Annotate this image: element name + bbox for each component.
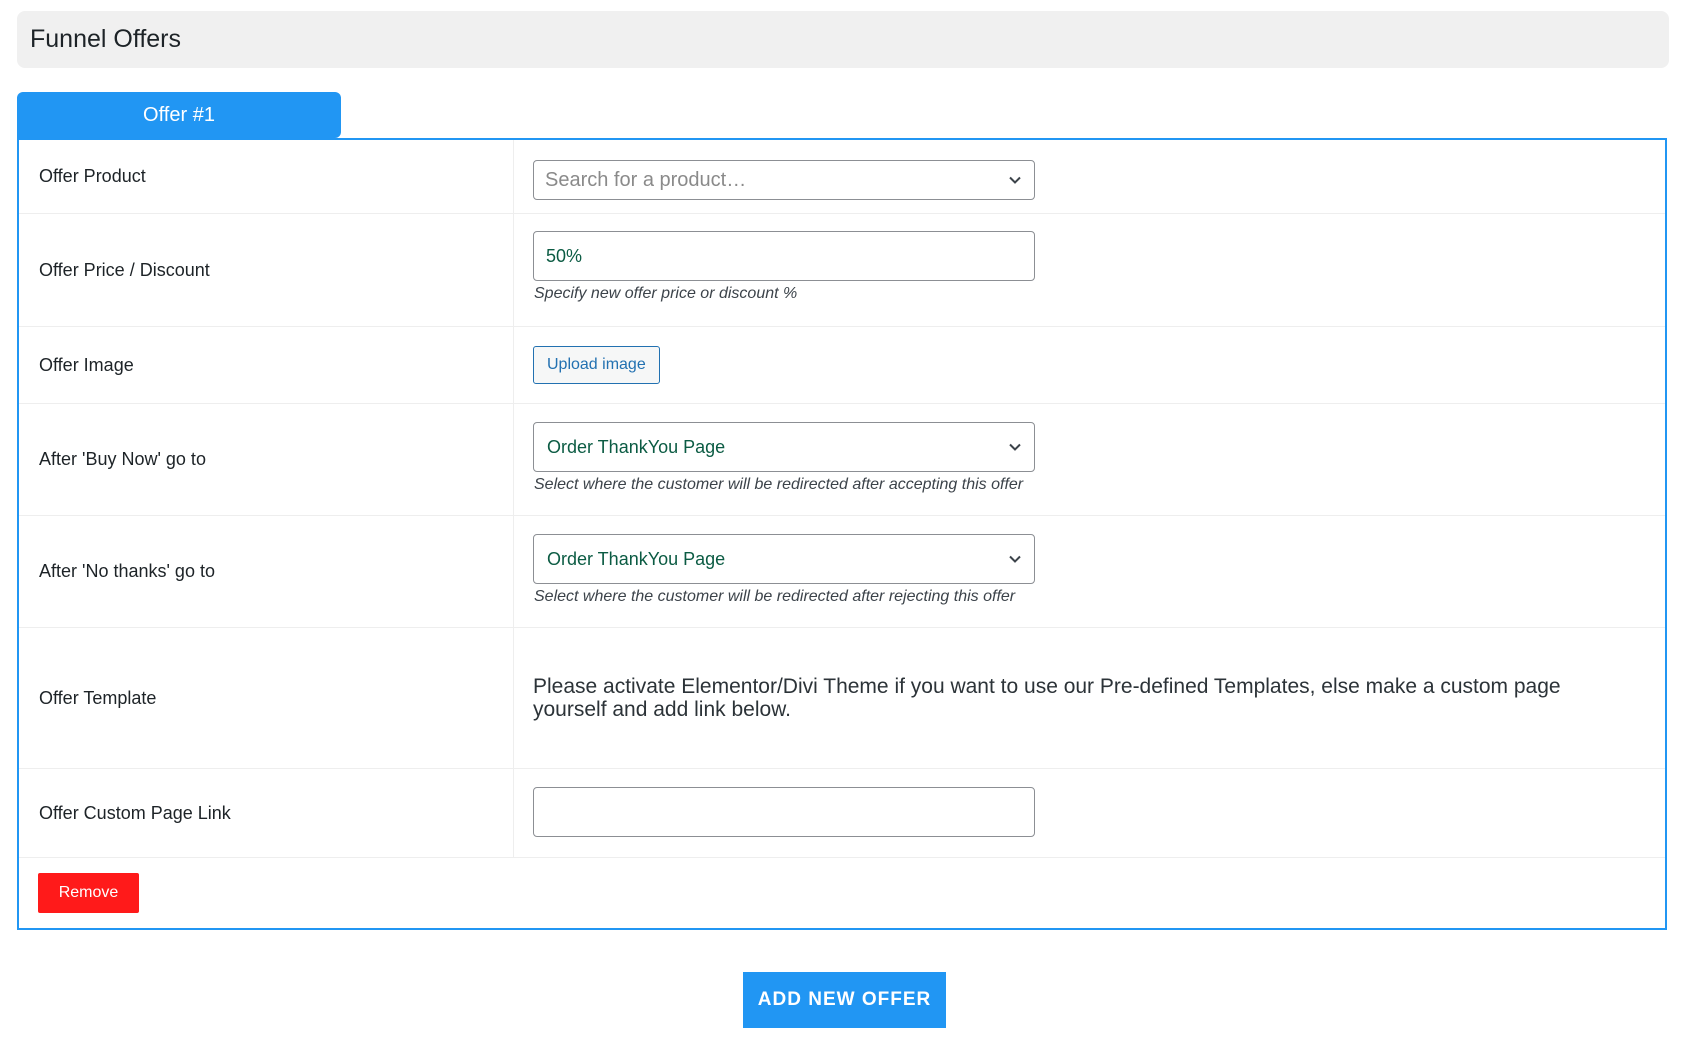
buy-now-hint: Select where the customer will be redire… (534, 476, 1024, 493)
offer-image-row: Offer Image Upload image (19, 327, 1665, 404)
no-thanks-hint: Select where the customer will be redire… (534, 588, 1016, 605)
buy-now-label: After 'Buy Now' go to (39, 449, 206, 469)
offer-image-label: Offer Image (39, 354, 134, 375)
offer-product-select[interactable]: Search for a product… (533, 160, 1035, 200)
offer-product-row: Offer Product Search for a product… (19, 140, 1665, 214)
offer-product-label-cell: Offer Product (19, 140, 514, 213)
buy-now-selected-value: Order ThankYou Page (547, 436, 726, 457)
buy-now-label-cell: After 'Buy Now' go to (19, 404, 514, 515)
offer-image-field: Upload image (533, 346, 660, 384)
offer-template-row: Offer Template Please activate Elementor… (19, 628, 1665, 769)
offer-price-row: Offer Price / Discount Specify new offer… (19, 214, 1665, 327)
offer-price-hint: Specify new offer price or discount % (534, 285, 798, 302)
chevron-down-icon (1009, 176, 1021, 184)
buy-now-select[interactable]: Order ThankYou Page (533, 422, 1035, 472)
offer-product-label: Offer Product (39, 166, 146, 186)
upload-image-button[interactable]: Upload image (533, 346, 660, 384)
offer-price-label-cell: Offer Price / Discount (19, 214, 514, 326)
offer-price-input[interactable] (544, 244, 1028, 268)
page-title: Funnel Offers (30, 25, 182, 53)
offer-product-placeholder: Search for a product… (545, 168, 747, 191)
offer-template-label: Offer Template (39, 687, 157, 708)
no-thanks-field: Order ThankYou Page Select where the cus… (533, 534, 1035, 606)
no-thanks-row: After 'No thanks' go to Order ThankYou P… (19, 516, 1665, 628)
buy-now-field: Order ThankYou Page Select where the cus… (533, 422, 1035, 494)
offer-image-label-cell: Offer Image (19, 327, 514, 403)
add-new-offer-button[interactable]: ADD NEW OFFER (743, 972, 946, 1028)
offer-template-note: Please activate Elementor/Divi Theme if … (533, 675, 1561, 721)
custom-link-label: Offer Custom Page Link (39, 802, 231, 823)
no-thanks-select[interactable]: Order ThankYou Page (533, 534, 1035, 584)
page-header: Funnel Offers (17, 11, 1669, 68)
chevron-down-icon (1009, 555, 1021, 563)
tab-offer-1[interactable]: Offer #1 (17, 92, 341, 138)
offer-price-label: Offer Price / Discount (39, 259, 210, 280)
chevron-down-icon (1009, 443, 1021, 451)
offer-product-field: Search for a product… (533, 160, 1035, 200)
custom-link-field (533, 787, 1035, 837)
no-thanks-label: After 'No thanks' go to (39, 561, 215, 581)
offer-price-input-box[interactable] (533, 231, 1035, 281)
offer-template-label-cell: Offer Template (19, 628, 514, 768)
custom-link-input[interactable] (544, 800, 1028, 824)
no-thanks-label-cell: After 'No thanks' go to (19, 516, 514, 627)
offer-price-field: Specify new offer price or discount % (533, 231, 1035, 303)
remove-offer-button[interactable]: Remove (38, 873, 139, 913)
buy-now-row: After 'Buy Now' go to Order ThankYou Pag… (19, 404, 1665, 516)
custom-link-row: Offer Custom Page Link (19, 769, 1665, 858)
no-thanks-selected-value: Order ThankYou Page (547, 548, 726, 569)
offer-panel: Offer Product Search for a product… Offe… (17, 138, 1667, 930)
custom-link-label-cell: Offer Custom Page Link (19, 769, 514, 857)
custom-link-input-box[interactable] (533, 787, 1035, 837)
